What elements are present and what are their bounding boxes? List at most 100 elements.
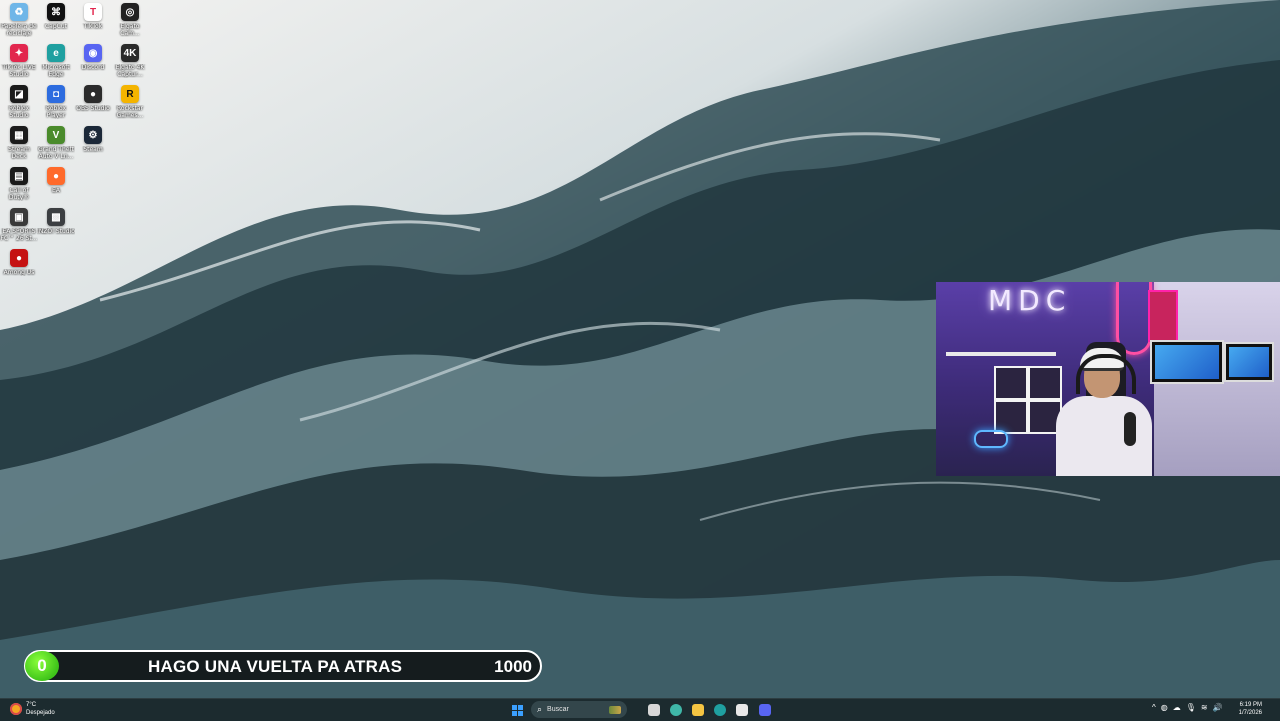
- search-icon: ⌕: [537, 704, 543, 714]
- microphone: [1124, 412, 1136, 446]
- volume-tray-icon[interactable]: 🔊: [1213, 703, 1223, 712]
- search-placeholder: Buscar: [547, 706, 569, 713]
- desktop-shortcut[interactable]: ● EA: [37, 167, 75, 194]
- webcam-overlay: MDC: [936, 282, 1280, 476]
- copilot-icon: [670, 704, 682, 716]
- desktop-shortcut-label: Discord: [81, 64, 105, 71]
- desktop-shortcut-label: OBS Studio: [76, 105, 110, 112]
- desktop-shortcut[interactable]: T TikTok: [74, 3, 112, 30]
- taskbar-app-button[interactable]: [646, 702, 662, 718]
- show-desktop-button[interactable]: [1274, 699, 1280, 721]
- discord-taskbar-icon: [759, 704, 771, 716]
- shelf-cube: [994, 366, 1028, 400]
- desktop-shortcut[interactable]: ⌘ CapCut: [37, 3, 75, 30]
- desktop-shortcut-label: Among Us: [3, 269, 35, 276]
- desktop-shortcut[interactable]: ◎ Elgato Cam...: [111, 3, 149, 37]
- desktop-shortcut[interactable]: 4K Elgato 4K Captur...: [111, 44, 149, 78]
- goal-title: HAGO UNA VUELTA PA ATRAS: [148, 657, 403, 676]
- desktop-shortcut-label: Steam: [83, 146, 103, 153]
- edge-taskbar-icon: [714, 704, 726, 716]
- wall-poster: [1148, 290, 1178, 342]
- neon-logo: [974, 430, 1008, 448]
- system-tray: ^ ◍ ☁ 🎙 ≋ 🔊: [1152, 703, 1223, 712]
- discord-icon: ◉: [84, 44, 102, 62]
- desktop-shortcut-label: Elgato Cam...: [120, 23, 140, 37]
- start-button[interactable]: [509, 702, 525, 718]
- elgato-4k-capture-icon: 4K: [121, 44, 139, 62]
- goal-counter: 0: [25, 651, 59, 681]
- desktop-shortcut[interactable]: ◘ Roblox Player: [37, 85, 75, 119]
- desktop-shortcut-label: EA: [52, 187, 60, 194]
- taskbar-app-button[interactable]: [757, 702, 773, 718]
- desktop-shortcut[interactable]: ✦ TikTok LIVE Studio: [0, 44, 38, 78]
- desktop-shortcut[interactable]: ● Among Us: [0, 249, 38, 276]
- desktop-shortcut[interactable]: ◉ Discord: [74, 44, 112, 71]
- cloud-tray-icon[interactable]: ☁: [1173, 703, 1181, 712]
- desktop-shortcut[interactable]: ▦ Stream Deck: [0, 126, 38, 160]
- desktop-shortcut-label: Rockstar Games...: [116, 105, 144, 119]
- taskbar-search[interactable]: ⌕ Buscar: [531, 701, 627, 718]
- network-tray-icon[interactable]: ◍: [1161, 703, 1168, 712]
- desktop-shortcut[interactable]: ▤ Call of Duty®: [0, 167, 38, 201]
- among-us-icon: ●: [10, 249, 28, 267]
- file-explorer-icon: [692, 704, 704, 716]
- tiktok-icon: T: [84, 3, 102, 21]
- monitor: [1224, 342, 1274, 382]
- recycle-bin-icon: ♻: [10, 3, 28, 21]
- microphone-tray-icon[interactable]: 🎙: [1186, 703, 1196, 712]
- edge-icon: e: [47, 44, 65, 62]
- desktop-shortcut-label: Stream Deck: [8, 146, 30, 160]
- wifi-tray-icon[interactable]: ≋: [1201, 703, 1208, 712]
- capcut-icon: ⌘: [47, 3, 65, 21]
- obs-studio-icon: ●: [84, 85, 102, 103]
- taskbar-app-button[interactable]: [712, 702, 728, 718]
- weather-icon: [10, 703, 22, 715]
- headset: [1076, 354, 1136, 394]
- shelf-cube: [994, 400, 1028, 434]
- desktop-shortcut-label: Call of Duty®: [8, 187, 30, 201]
- ea-sports-fc-icon: ▣: [10, 208, 28, 226]
- streamer-body: [1056, 396, 1152, 476]
- windows-logo-icon: [511, 704, 523, 716]
- desktop-shortcut[interactable]: V Grand Theft Auto V Ln...: [37, 126, 75, 160]
- clock[interactable]: 6:19 PM 1/7/2026: [1239, 701, 1262, 717]
- tiktok-live-studio-icon: ✦: [10, 44, 28, 62]
- task-view-icon: [648, 704, 660, 716]
- taskbar-app-button[interactable]: [734, 702, 750, 718]
- taskbar-app-button[interactable]: [690, 702, 706, 718]
- chevron-up-icon[interactable]: ^: [1152, 703, 1156, 712]
- desktop-shortcut-label: Papelera de reciclaje: [1, 23, 37, 37]
- search-highlight-icon: [609, 705, 621, 714]
- desktop-shortcut[interactable]: ⚙ Steam: [74, 126, 112, 153]
- desktop-shortcut[interactable]: R Rockstar Games...: [111, 85, 149, 119]
- desktop-shortcut-label: Elgato 4K Captur...: [115, 64, 145, 78]
- shelf-cube: [1028, 366, 1062, 400]
- desktop-shortcut-label: Roblox Studio: [8, 105, 30, 119]
- clock-time: 6:19 PM: [1239, 702, 1262, 708]
- desktop-shortcut-label: TikTok: [83, 23, 103, 30]
- roblox-player-icon: ◘: [47, 85, 65, 103]
- microsoft-store-icon: [736, 704, 748, 716]
- goal-bar: 0 HAGO UNA VUELTA PA ATRAS 1000: [24, 650, 542, 682]
- neon-sign: MDC: [988, 284, 1072, 317]
- desktop-shortcut-label: EA SPORTS FC™ 26 St...: [0, 228, 38, 242]
- desktop-shortcut[interactable]: e Microsoft Edge: [37, 44, 75, 78]
- inzoi-icon: ▩: [47, 208, 65, 226]
- taskbar: 7°C Despejado ⌕ Buscar ^ ◍ ☁ 🎙 ≋ 🔊 6:19 PM 1/…: [0, 698, 1280, 721]
- desktop-shortcut[interactable]: ◪ Roblox Studio: [0, 85, 38, 119]
- weather-widget[interactable]: 7°C Despejado: [10, 701, 55, 717]
- taskbar-app-button[interactable]: [668, 702, 684, 718]
- gta-v-icon: V: [47, 126, 65, 144]
- desktop-shortcut-label: Roblox Player: [45, 105, 67, 119]
- rockstar-games-icon: R: [121, 85, 139, 103]
- desktop-shortcut[interactable]: ♻ Papelera de reciclaje: [0, 3, 38, 37]
- desktop-shortcut[interactable]: ▣ EA SPORTS FC™ 26 St...: [0, 208, 38, 242]
- desktop-shortcut[interactable]: ● OBS Studio: [74, 85, 112, 112]
- roblox-studio-icon: ◪: [10, 85, 28, 103]
- ea-icon: ●: [47, 167, 65, 185]
- stream-deck-icon: ▦: [10, 126, 28, 144]
- elgato-camera-icon: ◎: [121, 3, 139, 21]
- desktop-shortcut[interactable]: ▩ INZOI Studio: [37, 208, 75, 235]
- desktop-shortcut-label: CapCut: [44, 23, 68, 30]
- weather-condition: Despejado: [26, 710, 55, 716]
